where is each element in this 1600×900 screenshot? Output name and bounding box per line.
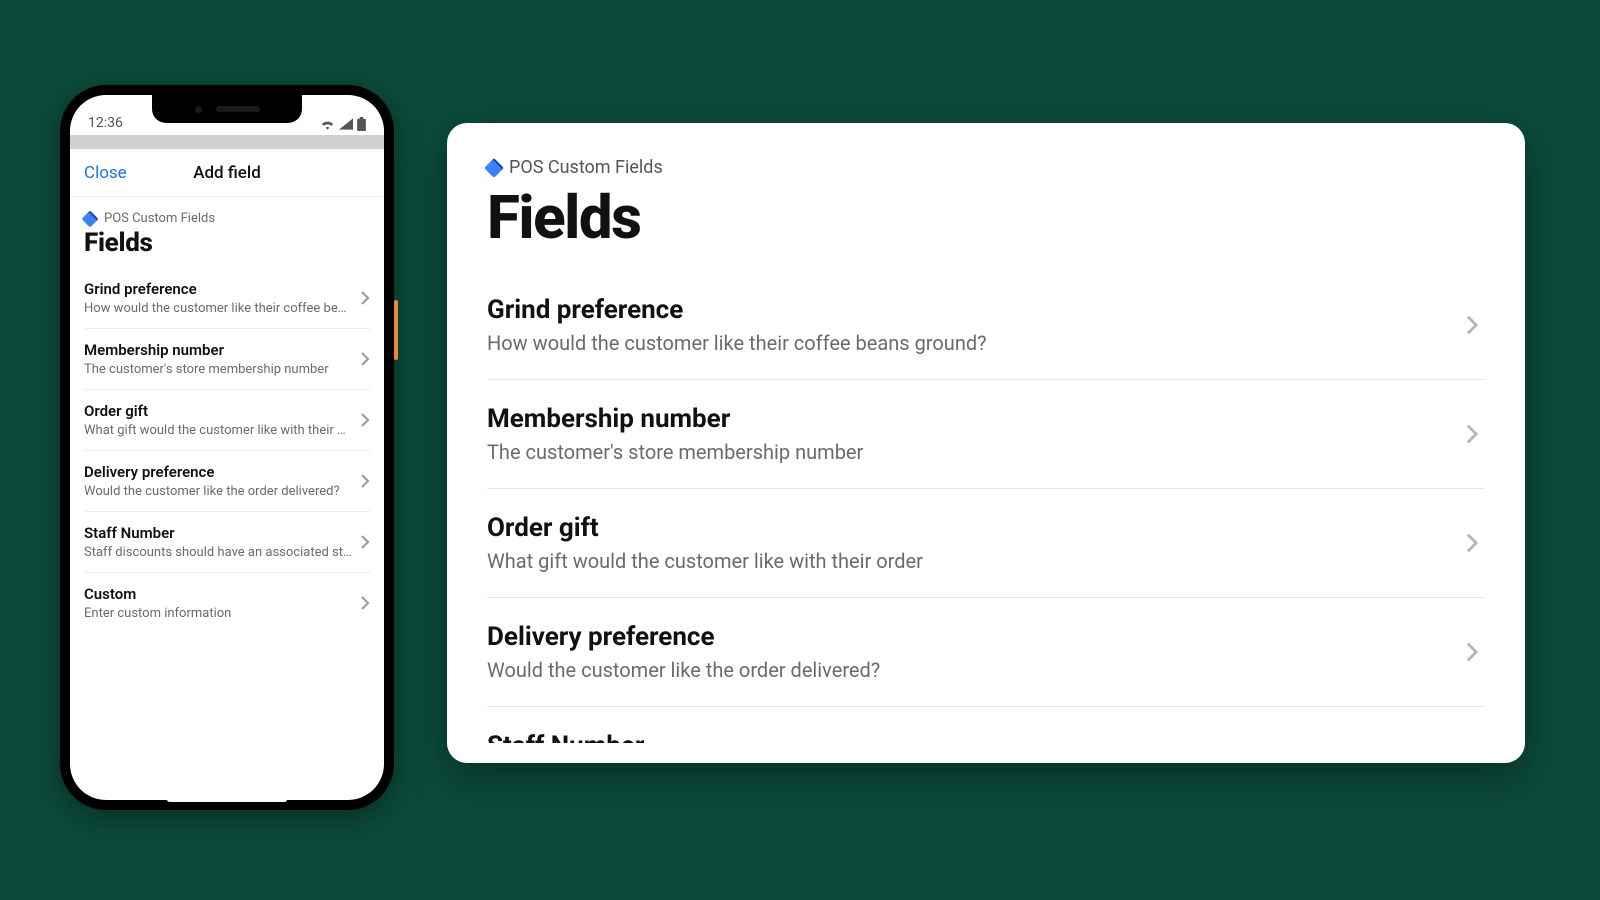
field-desc: The customer's store membership number: [84, 362, 352, 377]
fields-list-card: Grind preference How would the customer …: [487, 271, 1485, 743]
field-row[interactable]: Delivery preference Would the customer l…: [487, 598, 1485, 707]
cell-signal-icon: [339, 118, 353, 130]
dimmed-backdrop: [70, 135, 384, 149]
page-title: Fields: [487, 182, 1485, 253]
app-icon: [82, 210, 99, 227]
field-title: Staff Number: [84, 524, 352, 542]
home-indicator: [167, 797, 287, 802]
chevron-right-icon: [1465, 422, 1479, 446]
field-desc: Enter custom information: [84, 606, 352, 621]
status-time: 12:36: [88, 115, 123, 131]
app-tag: POS Custom Fields: [487, 157, 1485, 178]
app-tag: POS Custom Fields: [84, 211, 370, 226]
field-row[interactable]: Grind preference How would the customer …: [84, 268, 370, 329]
field-title: Delivery preference: [487, 622, 1465, 652]
field-title: Order gift: [487, 513, 1465, 543]
field-title: Order gift: [84, 402, 352, 420]
chevron-right-icon: [1465, 531, 1479, 555]
chevron-right-icon: [360, 351, 370, 367]
phone-screen: 12:36 Close Add field POS Custom Fields …: [70, 95, 384, 800]
field-row[interactable]: Order gift What gift would the customer …: [84, 390, 370, 451]
field-title: Grind preference: [487, 295, 1465, 325]
field-desc: Would the customer like the order delive…: [84, 484, 352, 499]
chevron-right-icon: [360, 534, 370, 550]
field-row[interactable]: Staff Number Staff discounts should have…: [487, 707, 1485, 743]
phone-mockup: 12:36 Close Add field POS Custom Fields …: [60, 85, 394, 810]
field-title: Delivery preference: [84, 463, 352, 481]
close-button[interactable]: Close: [84, 163, 127, 183]
wifi-icon: [320, 118, 335, 130]
field-row[interactable]: Membership number The customer's store m…: [84, 329, 370, 390]
field-desc: What gift would the customer like with t…: [487, 549, 1465, 573]
app-name: POS Custom Fields: [509, 157, 663, 178]
field-desc: How would the customer like their coffee…: [487, 331, 1465, 355]
field-row[interactable]: Order gift What gift would the customer …: [487, 489, 1485, 598]
field-title: Grind preference: [84, 280, 352, 298]
field-title: Membership number: [84, 341, 352, 359]
field-desc: What gift would the customer like with t…: [84, 423, 352, 438]
fields-list-phone: Grind preference How would the customer …: [84, 268, 370, 800]
chevron-right-icon: [360, 412, 370, 428]
field-title: Membership number: [487, 404, 1465, 434]
field-row[interactable]: Staff Number Staff discounts should have…: [84, 512, 370, 573]
modal-title: Add field: [193, 163, 261, 183]
phone-side-button: [394, 300, 398, 360]
phone-notch: [152, 95, 302, 123]
chevron-right-icon: [360, 473, 370, 489]
app-icon: [484, 158, 504, 178]
status-icons: [320, 117, 366, 131]
app-name: POS Custom Fields: [104, 211, 215, 226]
field-row[interactable]: Delivery preference Would the customer l…: [84, 451, 370, 512]
field-desc: Staff discounts should have an associate…: [84, 545, 352, 560]
field-title: Custom: [84, 585, 352, 603]
battery-icon: [357, 117, 366, 131]
field-title: Staff Number: [487, 731, 1465, 743]
modal-nav-bar: Close Add field: [70, 149, 384, 197]
field-row[interactable]: Grind preference How would the customer …: [487, 271, 1485, 380]
chevron-right-icon: [1465, 640, 1479, 664]
field-desc: Would the customer like the order delive…: [487, 658, 1465, 682]
field-desc: How would the customer like their coffee…: [84, 301, 352, 316]
chevron-right-icon: [1465, 313, 1479, 337]
page-title: Fields: [84, 228, 370, 258]
field-row[interactable]: Membership number The customer's store m…: [487, 380, 1485, 489]
detail-card: POS Custom Fields Fields Grind preferenc…: [447, 123, 1525, 763]
phone-content: POS Custom Fields Fields Grind preferenc…: [70, 197, 384, 800]
field-row[interactable]: Custom Enter custom information: [84, 573, 370, 633]
field-desc: The customer's store membership number: [487, 440, 1465, 464]
chevron-right-icon: [360, 290, 370, 306]
chevron-right-icon: [360, 595, 370, 611]
